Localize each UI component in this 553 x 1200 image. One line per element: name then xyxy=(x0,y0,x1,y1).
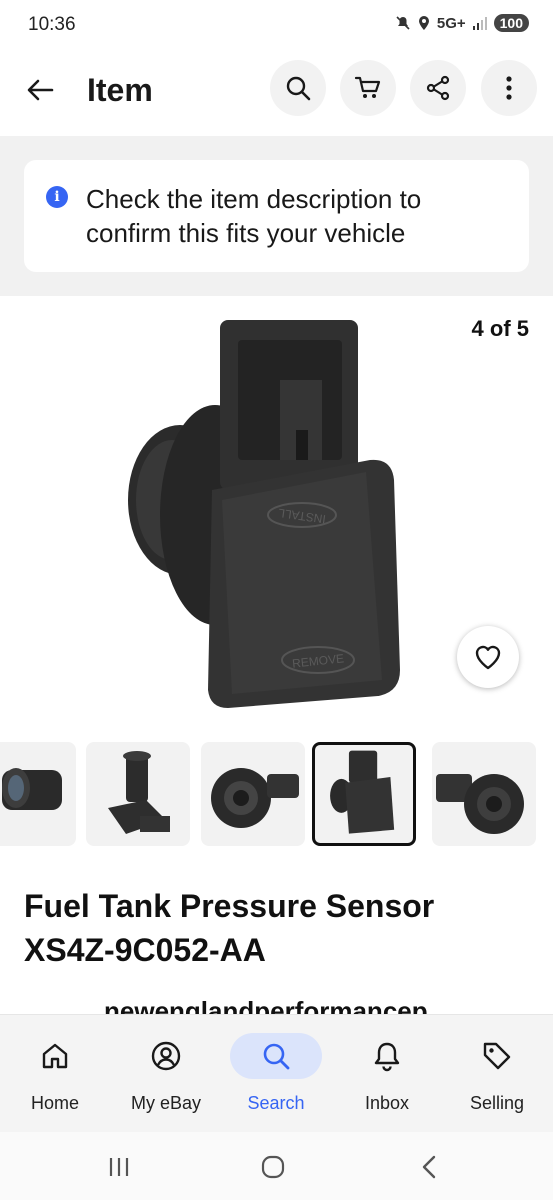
nav-home-icon-wrap xyxy=(9,1033,101,1079)
fitment-banner[interactable]: i Check the item description to confirm … xyxy=(24,160,529,272)
product-image[interactable]: INSTALL REMOVE xyxy=(120,310,420,710)
nav-selling[interactable]: Selling xyxy=(442,1015,552,1133)
nav-home[interactable]: Home xyxy=(0,1015,110,1133)
app-header: Item xyxy=(0,58,553,122)
page-title: Item xyxy=(87,72,153,108)
cart-button[interactable] xyxy=(340,60,396,116)
nav-search[interactable]: Search xyxy=(221,1015,331,1133)
status-icons: 5G+ 100 xyxy=(395,14,529,32)
home-icon xyxy=(42,1043,68,1069)
more-options-button[interactable] xyxy=(481,60,537,116)
thumbnail-2[interactable] xyxy=(86,742,190,846)
item-title: Fuel Tank Pressure Sensor XS4Z-9C052-AA xyxy=(24,888,435,968)
thumbnail-1[interactable] xyxy=(0,742,76,846)
item-page: 10:36 5G+ 100 Item i Check the item desc… xyxy=(0,0,553,1200)
status-bar: 10:36 5G+ 100 xyxy=(0,0,553,52)
nav-my-ebay-icon-wrap xyxy=(120,1033,212,1079)
more-vertical-icon xyxy=(506,76,512,100)
share-icon xyxy=(426,75,450,101)
signal-icon xyxy=(472,17,487,30)
tag-icon xyxy=(483,1042,511,1070)
image-gallery[interactable]: 4 of 5 INSTALL REMOVE xyxy=(0,296,553,728)
thumbnail-3[interactable] xyxy=(201,742,305,846)
home-circle-icon xyxy=(261,1155,285,1179)
fitment-message: Check the item description to confirm th… xyxy=(86,184,422,248)
search-icon xyxy=(286,76,311,101)
mute-icon xyxy=(396,16,410,30)
back-system-button[interactable] xyxy=(409,1150,449,1184)
nav-search-label: Search xyxy=(247,1093,305,1113)
nav-selling-label: Selling xyxy=(469,1093,525,1113)
share-button[interactable] xyxy=(410,60,466,116)
system-navigation-bar xyxy=(0,1132,553,1200)
status-time: 10:36 xyxy=(28,14,76,35)
cart-icon xyxy=(354,76,381,98)
arrow-left-icon xyxy=(27,79,54,101)
bottom-navigation: Home My eBay Search Inbox Selling xyxy=(0,1014,553,1132)
nav-search-icon-wrap xyxy=(230,1033,322,1079)
add-to-watchlist-button[interactable] xyxy=(457,626,519,688)
thumbnail-strip[interactable] xyxy=(0,738,553,850)
recent-apps-button[interactable] xyxy=(99,1150,139,1184)
nav-inbox-icon-wrap xyxy=(341,1033,433,1079)
nav-selling-icon-wrap xyxy=(451,1033,543,1079)
thumbnail-4[interactable] xyxy=(312,742,416,846)
nav-my-ebay-label: My eBay xyxy=(130,1093,202,1113)
nav-home-label: Home xyxy=(30,1093,79,1113)
user-icon xyxy=(151,1041,181,1071)
chevron-left-icon xyxy=(422,1155,436,1179)
image-counter: 4 of 5 xyxy=(471,316,529,341)
info-icon: i xyxy=(46,186,68,208)
back-button[interactable] xyxy=(20,70,60,110)
search-button[interactable] xyxy=(270,60,326,116)
thumbnail-5[interactable] xyxy=(432,742,536,846)
recent-apps-icon xyxy=(109,1158,129,1176)
network-label: 5G+ xyxy=(436,14,466,32)
home-system-button[interactable] xyxy=(253,1150,293,1184)
bell-icon xyxy=(374,1042,400,1072)
location-icon xyxy=(418,16,429,30)
nav-my-ebay[interactable]: My eBay xyxy=(111,1015,221,1133)
nav-inbox-label: Inbox xyxy=(364,1093,410,1113)
battery-indicator: 100 xyxy=(493,14,529,32)
search-icon xyxy=(263,1043,290,1070)
nav-inbox[interactable]: Inbox xyxy=(332,1015,442,1133)
heart-icon xyxy=(475,645,501,670)
